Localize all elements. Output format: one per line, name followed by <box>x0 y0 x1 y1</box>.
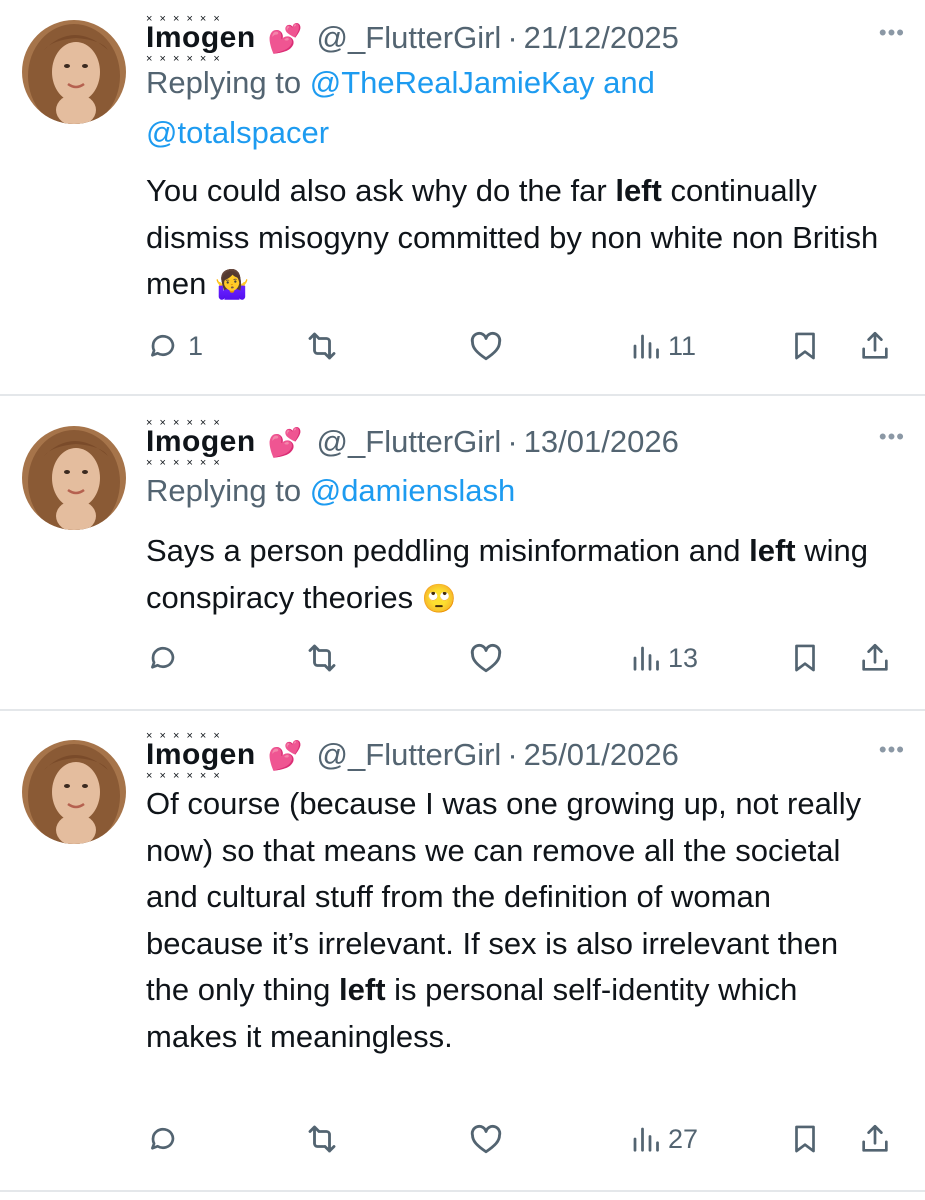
tweet-date[interactable]: 21/12/2025 <box>524 20 679 56</box>
display-name[interactable]: Imogen <box>146 730 256 782</box>
like-icon <box>470 1124 502 1154</box>
reply-icon <box>151 334 175 357</box>
share-button[interactable] <box>858 324 892 368</box>
view-count: 13 <box>668 642 699 673</box>
like-button[interactable] <box>468 636 504 680</box>
tweet-text: Says a person peddling misinformation an… <box>146 528 906 622</box>
tweet[interactable]: Imogen 💕 @_FlutterGirl · 21/12/2025 ••• … <box>0 0 925 394</box>
views-icon <box>633 646 659 671</box>
action-bar: 27 <box>146 1117 906 1161</box>
replying-prefix: Replying to <box>146 473 302 508</box>
bookmark-icon <box>795 1125 815 1153</box>
view-count: 11 <box>668 330 697 361</box>
like-icon <box>470 331 502 361</box>
tweet-text-bold: left <box>749 533 796 568</box>
tweet-text-bold: left <box>339 972 386 1007</box>
heart-emoji: 💕 <box>267 22 303 54</box>
more-icon[interactable]: ••• <box>879 737 905 763</box>
tweet-text-part: Says a person peddling misinformation an… <box>146 533 750 568</box>
bookmark-button[interactable] <box>788 1117 822 1161</box>
retweet-icon <box>308 332 336 360</box>
heart-emoji: 💕 <box>267 739 303 771</box>
replying-and: and <box>603 65 655 100</box>
heart-emoji: 💕 <box>267 426 303 458</box>
views-button[interactable]: 11 <box>630 324 696 368</box>
share-button[interactable] <box>858 1117 892 1161</box>
retweet-icon <box>308 644 336 672</box>
avatar[interactable] <box>22 20 126 124</box>
tweet-text: You could also ask why do the far left c… <box>146 168 906 309</box>
mention-link[interactable]: @totalspacer <box>146 115 329 150</box>
reply-count: 1 <box>188 330 204 361</box>
like-button[interactable] <box>468 1117 504 1161</box>
tweet[interactable]: Imogen 💕 @_FlutterGirl · 13/01/2026 ••• … <box>0 396 925 708</box>
tweet-date[interactable]: 25/01/2026 <box>524 737 679 773</box>
separator-dot: · <box>507 20 518 55</box>
reply-button[interactable] <box>146 1117 188 1161</box>
bookmark-button[interactable] <box>788 636 822 680</box>
replying-to: Replying to @TheRealJamieKay and @totals… <box>146 58 766 158</box>
eye-roll-emoji: 🙄 <box>421 582 457 614</box>
tweet[interactable]: Imogen 💕 @_FlutterGirl · 25/01/2026 ••• … <box>0 711 925 1189</box>
tweet-text: Of course (because I was one growing up,… <box>146 781 886 1060</box>
share-icon <box>862 331 888 359</box>
shrug-emoji: 🤷‍♀️ <box>214 269 250 300</box>
share-icon <box>862 643 888 671</box>
display-name[interactable]: Imogen <box>146 13 256 65</box>
like-icon <box>470 643 502 673</box>
mention-link[interactable]: @TheRealJamieKay <box>310 65 595 100</box>
user-handle[interactable]: @_FlutterGirl <box>317 737 502 773</box>
tweet-divider <box>0 1190 925 1192</box>
separator-dot: · <box>507 737 518 772</box>
display-name[interactable]: Imogen <box>146 417 256 469</box>
replying-to: Replying to @damienslash <box>146 466 886 516</box>
more-icon[interactable]: ••• <box>879 424 905 450</box>
action-bar: 1 11 <box>146 324 906 368</box>
tweet-date[interactable]: 13/01/2026 <box>524 424 679 460</box>
avatar-image <box>22 426 126 530</box>
more-icon[interactable]: ••• <box>879 20 905 46</box>
like-button[interactable] <box>468 324 504 368</box>
share-button[interactable] <box>858 636 892 680</box>
reply-button[interactable] <box>146 636 188 680</box>
bookmark-button[interactable] <box>788 324 822 368</box>
separator-dot: · <box>507 424 518 459</box>
bookmark-icon <box>795 644 815 672</box>
views-button[interactable]: 13 <box>630 636 698 680</box>
user-handle[interactable]: @_FlutterGirl <box>317 20 502 56</box>
user-handle[interactable]: @_FlutterGirl <box>317 424 502 460</box>
action-bar: 13 <box>146 636 906 680</box>
view-count: 27 <box>668 1123 699 1154</box>
retweet-button[interactable] <box>304 1117 340 1161</box>
replying-prefix: Replying to <box>146 65 302 100</box>
tweet-text-part: You could also ask why do the far <box>146 173 616 208</box>
avatar[interactable] <box>22 426 126 530</box>
share-icon <box>862 1124 888 1152</box>
avatar-image <box>22 740 126 844</box>
mention-link[interactable]: @damienslash <box>310 473 516 508</box>
reply-button[interactable]: 1 <box>146 324 203 368</box>
retweet-button[interactable] <box>304 636 340 680</box>
views-button[interactable]: 27 <box>630 1117 698 1161</box>
avatar-image <box>22 20 126 124</box>
retweet-icon <box>308 1125 336 1153</box>
reply-icon <box>151 1127 175 1150</box>
tweet-text-bold: left <box>615 173 662 208</box>
bookmark-icon <box>795 332 815 360</box>
views-icon <box>633 1127 659 1152</box>
avatar[interactable] <box>22 740 126 844</box>
retweet-button[interactable] <box>304 324 340 368</box>
views-icon <box>633 334 659 359</box>
reply-icon <box>151 646 175 669</box>
